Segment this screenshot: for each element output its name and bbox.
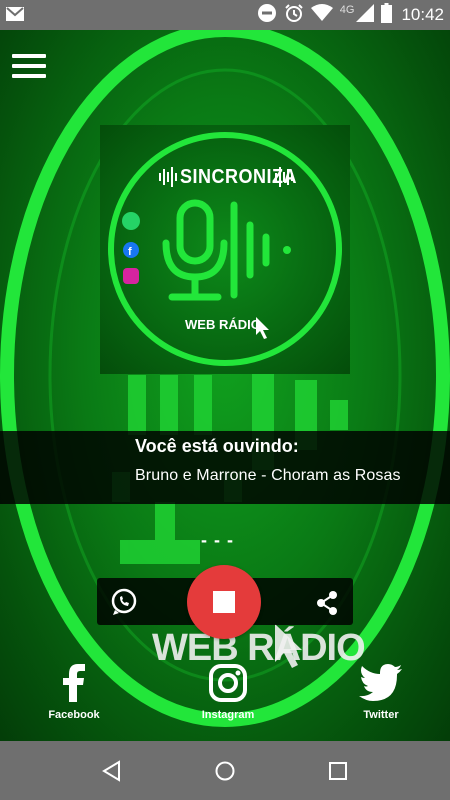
network-type: 4G <box>339 4 355 16</box>
recent-apps-button[interactable] <box>328 761 348 786</box>
facebook-label: Facebook <box>48 709 100 721</box>
home-button[interactable] <box>214 760 236 787</box>
station-tagline: WEB RÁDIO <box>185 317 261 332</box>
clock: 10:42 <box>401 5 444 24</box>
twitter-link[interactable]: Twitter <box>336 664 426 721</box>
battery-icon <box>381 2 393 28</box>
gmail-icon <box>6 6 24 27</box>
back-button[interactable] <box>101 760 123 787</box>
whatsapp-share-button[interactable] <box>110 588 138 616</box>
instagram-icon <box>209 664 247 702</box>
now-playing-song: Bruno e Marrone - Choram as Rosas <box>135 467 401 484</box>
wifi-icon <box>310 3 333 27</box>
alarm-icon <box>284 3 304 28</box>
station-brand: SINCRONIZA <box>180 164 297 188</box>
share-button[interactable] <box>316 591 338 615</box>
facebook-icon <box>63 664 85 702</box>
back-triangle-icon <box>102 760 120 782</box>
instagram-label: Instagram <box>201 709 255 721</box>
navigation-bar <box>0 741 450 800</box>
now-playing-label: Você está ouvindo: <box>135 436 299 456</box>
twitter-icon <box>359 664 402 701</box>
facebook-link[interactable]: Facebook <box>29 664 119 721</box>
menu-button[interactable] <box>12 54 46 82</box>
status-bar: 4G 10:42 <box>0 0 450 30</box>
home-circle-icon <box>215 761 235 781</box>
share-icon <box>317 591 337 615</box>
station-cover: f SINCRONIZA WEB RÁDIO <box>100 125 350 374</box>
dnd-icon <box>257 3 277 28</box>
svg-text:WEB RÁDIO: WEB RÁDIO <box>152 625 365 669</box>
stop-button[interactable] <box>187 565 261 639</box>
stop-icon <box>213 591 235 613</box>
player-screen: WEB RÁDIO f SINCRONIZA WEB RÁDIO Você es… <box>0 30 450 741</box>
track-time-placeholder: - - - <box>201 530 234 550</box>
twitter-label: Twitter <box>363 709 399 721</box>
station-logo: f <box>108 132 342 366</box>
recent-square-icon <box>329 762 347 780</box>
whatsapp-icon <box>111 588 137 615</box>
signal-icon <box>356 3 375 27</box>
instagram-link[interactable]: Instagram <box>183 664 273 721</box>
svg-text:f: f <box>128 246 132 258</box>
